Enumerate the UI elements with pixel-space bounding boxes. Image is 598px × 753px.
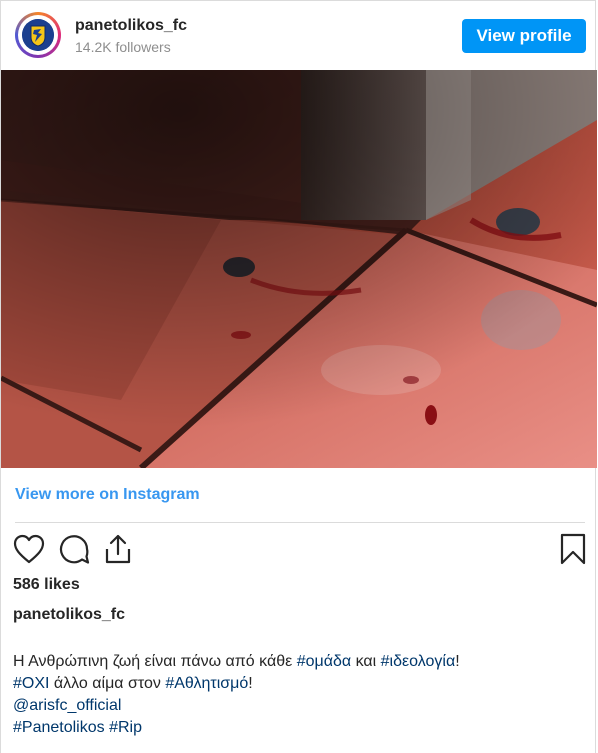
mention-link[interactable]: @arisfc_official	[13, 697, 121, 714]
club-crest-icon	[22, 19, 54, 51]
hashtag-link[interactable]: #ιδεολογία	[381, 653, 456, 670]
hashtag-link[interactable]: #Panetolikos	[13, 719, 105, 736]
hashtag-link[interactable]: #ΟΧΙ	[13, 675, 49, 692]
caption-line: #ΟΧΙ άλλο αίμα στον #Αθλητισμό!	[13, 675, 253, 692]
bookmark-icon[interactable]	[559, 533, 587, 570]
instagram-embed: panetolikos_fc 14.2K followers View prof…	[0, 0, 597, 753]
hashtag-link[interactable]: #ομάδα	[297, 653, 351, 670]
post-header: panetolikos_fc 14.2K followers View prof…	[1, 1, 597, 70]
comment-icon[interactable]	[58, 534, 90, 571]
hashtag-link[interactable]: #Rip	[109, 719, 142, 736]
avatar[interactable]	[15, 12, 61, 58]
hashtag-link[interactable]: #Αθλητισμό	[165, 675, 248, 692]
caption-username[interactable]: panetolikos_fc	[13, 606, 125, 624]
caption-line: Η Ανθρώπινη ζωή είναι πάνω από κάθε #ομά…	[13, 653, 460, 670]
caption-text: Η Ανθρώπινη ζωή είναι πάνω από κάθε #ομά…	[13, 651, 460, 739]
view-more-link[interactable]: View more on Instagram	[15, 486, 200, 504]
heart-icon[interactable]	[13, 534, 45, 569]
followers-count: 14.2K followers	[75, 39, 171, 55]
profile-username[interactable]: panetolikos_fc	[75, 17, 187, 35]
caption-line[interactable]: @arisfc_official	[13, 695, 460, 717]
caption-line[interactable]: #Panetolikos #Rip	[13, 717, 460, 739]
view-profile-button[interactable]: View profile	[462, 19, 586, 53]
post-photo[interactable]	[1, 70, 597, 468]
likes-count[interactable]: 586 likes	[13, 576, 80, 594]
divider	[15, 522, 585, 523]
share-icon[interactable]	[103, 533, 133, 570]
